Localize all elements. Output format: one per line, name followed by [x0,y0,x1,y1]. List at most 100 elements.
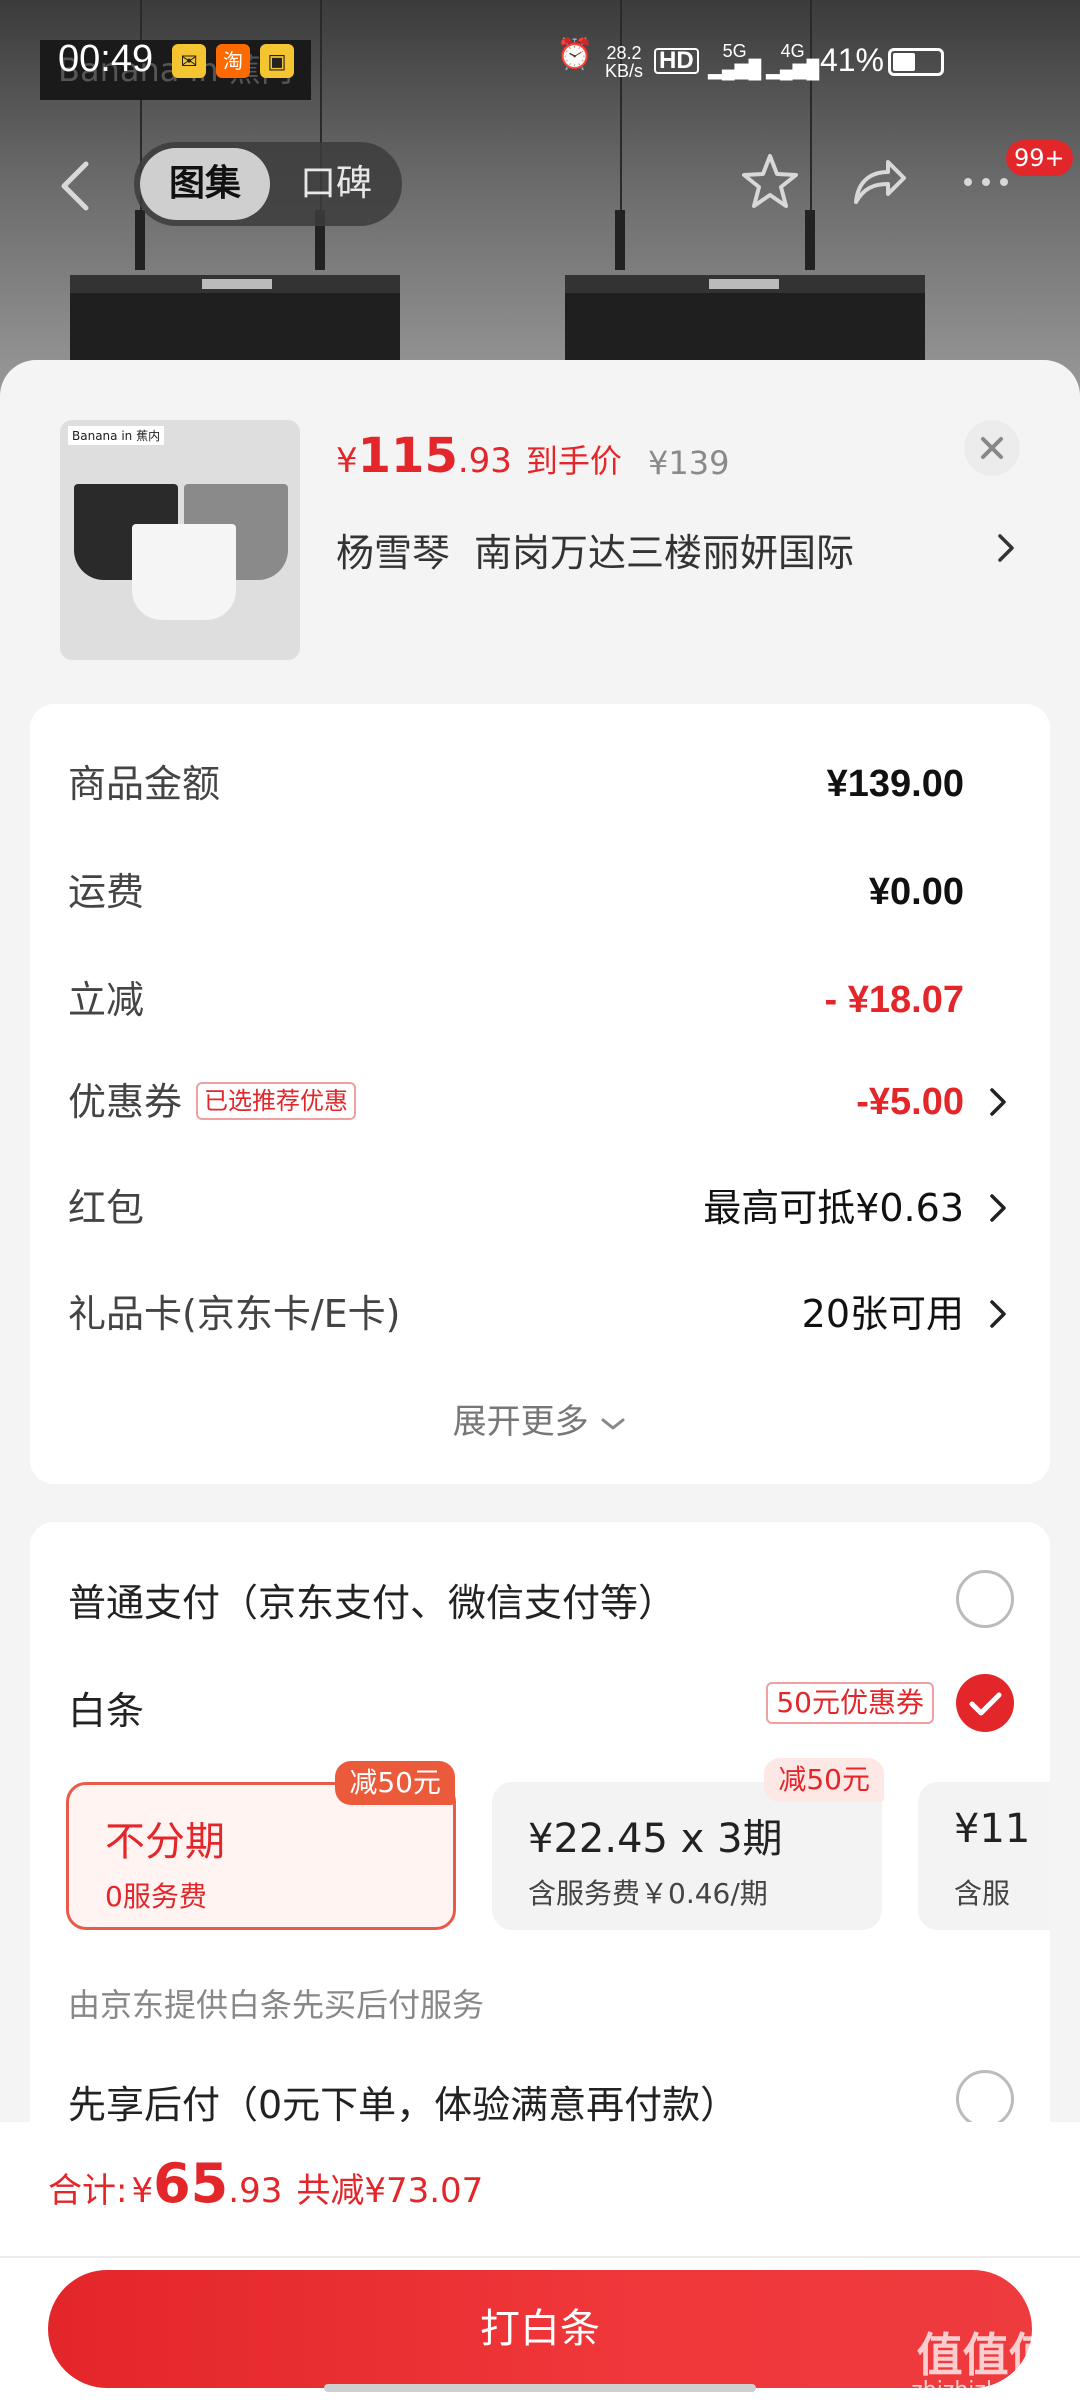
price-summary-card: 商品金额 ¥139.00 运费 ¥0.00 立减 - ¥18.07 优惠券 已选推… [30,704,1050,1484]
watermark-text: 值值值 [916,2328,1055,2382]
price-currency: ¥ [336,441,358,481]
total-currency: ¥ [131,2171,154,2211]
signal-5g-icon: 5G ▂▄▆█ [708,41,762,79]
final-price: ¥115.93 到手价 [336,428,622,484]
alarm-icon: ⏰ [556,38,594,71]
coupon-selected-tag: 已选推荐优惠 [196,1081,357,1120]
total-integer: 65 [153,2152,229,2215]
plan-title: 不分期 [105,1819,225,1865]
summary-row-redpacket[interactable]: 红包 最高可抵¥0.63 [68,1178,1012,1238]
chevron-right-icon [986,1190,1010,1226]
baitiao-service-note: 由京东提供白条先买后付服务 [68,1986,485,2024]
plan-subtitle: 含服务费￥0.46/期 [528,1877,768,1910]
installment-plan-none[interactable]: 减50元 不分期 0服务费 [66,1761,456,1930]
radio-paylater[interactable] [956,2070,1014,2128]
hanger-clip [805,210,815,270]
product-item-white [132,524,236,620]
signal-4g-label: 4G [780,41,805,61]
summary-value: - ¥18.07 [824,979,964,1021]
installment-plan-3[interactable]: 减50元 ¥22.45 x 3期 含服务费￥0.46/期 [492,1758,884,1930]
net-speed-value: 28.2 [606,43,642,63]
summary-row-shipping: 运费 ¥0.00 [68,862,1012,922]
more-badge: 99+ [1006,140,1073,176]
hanger-clip [135,210,145,270]
recipient-name: 杨雪琴 [336,531,451,575]
baitiao-coupon-tag: 50元优惠券 [766,1682,934,1724]
summary-label: 运费 [68,870,145,914]
product-thumbnail: Banana in 蕉内 [60,420,300,660]
watermark-logo: 值值值 zhizhizhi.com [911,2332,1060,2400]
star-icon[interactable] [738,150,802,214]
signal-5g-label: 5G [722,41,747,61]
plan-title: ¥11 [954,1806,1031,1852]
battery-icon [888,48,944,76]
status-time: 00:49 [58,38,154,80]
coupon-label: 优惠券 [68,1080,183,1124]
taobao-app-icon: 淘 [216,44,250,78]
share-icon[interactable] [846,150,910,214]
payment-option-baitiao[interactable]: 白条 [68,1680,144,1735]
net-speed-unit: KB/s [604,61,643,81]
summary-value: 最高可抵¥0.63 [703,1186,964,1230]
price-label: 到手价 [525,442,622,480]
summary-label: 优惠券 已选推荐优惠 [68,1072,357,1132]
car-app-icon: ▣ [260,44,294,78]
chevron-down-icon [601,1418,625,1429]
summary-value: ¥0.00 [868,871,964,913]
total-saved: 共减¥73.07 [296,2171,484,2211]
delivery-address[interactable]: 杨雪琴 南岗万达三楼丽妍国际 [336,522,854,577]
radio-baitiao[interactable] [956,1674,1014,1732]
thumb-brand-logo: Banana in 蕉内 [68,426,165,445]
net-speed: 28.2 KB/s [604,44,644,80]
tab-reviews[interactable]: 口碑 [274,148,398,220]
summary-value: -¥5.00 [856,1081,964,1123]
battery-percent: 41% [819,42,884,78]
summary-label: 礼品卡(京东卡/E卡) [68,1292,401,1336]
plan-scroll-clip: ¥11 含服 [918,1762,1050,1942]
expand-more-label: 展开更多 [452,1402,589,1442]
summary-value: 20张可用 [801,1292,964,1336]
chevron-right-icon[interactable] [994,530,1018,566]
radio-normal-payment[interactable] [956,1570,1014,1628]
installment-plan-more[interactable]: ¥11 含服 [918,1782,1050,1930]
signal-4g-icon: 4G ▂▄▆█ [766,41,820,79]
home-indicator[interactable] [324,2384,756,2392]
tab-gallery[interactable]: 图集 [140,148,270,220]
watermark-domain: zhizhizhi.com [911,2378,1060,2400]
expand-more-button[interactable]: 展开更多 [30,1394,1050,1443]
chevron-right-icon [986,1296,1010,1332]
total-label: 合计: [48,2171,128,2211]
summary-row-coupon[interactable]: 优惠券 已选推荐优惠 -¥5.00 [68,1072,1012,1132]
summary-label: 商品金额 [68,762,221,806]
summary-row-goods: 商品金额 ¥139.00 [68,754,1012,814]
plan-title: ¥22.45 x 3期 [528,1816,783,1862]
check-icon [969,1692,1002,1716]
chevron-right-icon [986,1084,1010,1120]
total-amount: 合计: ¥65.93 共减¥73.07 [48,2152,483,2215]
checkout-sheet: Banana in 蕉内 ¥115.93 到手价 ¥139 杨雪琴 南岗万达三楼丽妍… [0,360,1080,2400]
summary-label: 红包 [68,1186,145,1230]
plan-discount-badge: 减50元 [335,1761,455,1805]
total-decimal: .93 [228,2171,283,2211]
summary-row-discount: 立减 - ¥18.07 [68,970,1012,1030]
plan-subtitle: 含服 [954,1877,1011,1910]
payment-option-normal[interactable]: 普通支付（京东支付、微信支付等） [68,1572,676,1627]
footer-divider [0,2256,1080,2258]
checkout-footer: 合计: ¥65.93 共减¥73.07 打白条 值值值 zhizhizhi.com [0,2122,1080,2400]
summary-row-giftcard[interactable]: 礼品卡(京东卡/E卡) 20张可用 [68,1284,1012,1344]
original-price: ¥139 [648,444,730,482]
back-icon[interactable] [56,156,96,216]
plan-discount-badge: 减50元 [764,1758,884,1802]
mail-app-icon: ✉ [172,44,206,78]
price-decimal: .93 [457,441,512,481]
hanger-clip [615,210,625,270]
close-icon[interactable] [964,420,1020,476]
summary-value: ¥139.00 [826,763,964,805]
pay-with-baitiao-button[interactable]: 打白条 [48,2270,1032,2388]
hd-icon: HD [654,48,699,74]
gallery-tab-switcher: 图集 口碑 [134,142,402,226]
price-integer: 115 [357,428,458,484]
address-detail: 南岗万达三楼丽妍国际 [474,531,855,575]
payment-option-paylater[interactable]: 先享后付（0元下单，体验满意再付款） [68,2074,738,2129]
summary-label: 立减 [68,978,145,1022]
